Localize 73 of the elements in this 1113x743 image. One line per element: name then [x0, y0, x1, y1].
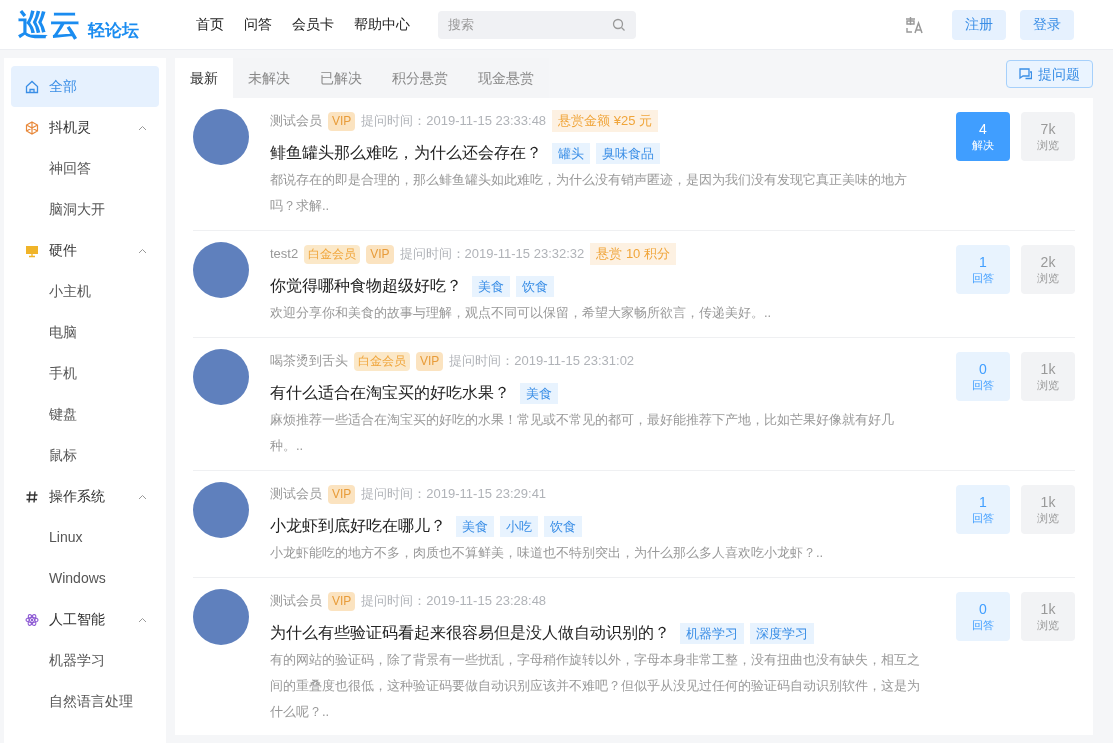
question-title[interactable]: 鲱鱼罐头那么难吃，为什么还会存在？ [270, 141, 542, 165]
sidebar-item[interactable]: 操作系统 [11, 476, 159, 517]
reward-badge: 悬赏 10 积分 [590, 243, 676, 265]
vip-badge: VIP [328, 591, 356, 611]
sidebar-subitem[interactable]: 小主机 [11, 271, 159, 312]
nav-link[interactable]: 问答 [244, 14, 272, 35]
vip-badge: VIP [416, 351, 444, 371]
avatar-photo [193, 242, 249, 298]
sidebar-subitem[interactable]: Linux [11, 517, 159, 558]
hexagon-icon [25, 120, 39, 135]
vip-badge: VIP [328, 111, 356, 131]
question-time: 提问时间：2019-11-15 23:33:48 [361, 112, 547, 131]
sidebar-item[interactable]: 人工智能 [11, 599, 159, 640]
question-summary: 欢迎分享你和美食的故事与理解，观点不同可以保留，希望大家畅所欲言，传递美好。.. [270, 304, 773, 322]
member-badge: 白金会员 [304, 244, 361, 264]
view-count: 1k 浏览 [1021, 352, 1075, 401]
sidebar-subitem[interactable]: 脑洞大开 [11, 189, 159, 230]
question-title[interactable]: 有什么适合在淘宝买的好吃水果？ [270, 381, 510, 405]
question-time: 提问时间：2019-11-15 23:28:48 [361, 592, 547, 611]
question-summary: 有的网站的验证码，除了背景有一些扰乱，字母稍作旋转以外，字母本身非常工整，没有扭曲也没有缺失，相互之间的重叠度也很低，这种验证码要做自动识别应该并不难吧？但似乎从没见过任何的验证码自动识别软件，这是为什么呢？.. [270, 651, 921, 721]
answer-count: 1 回答 [956, 485, 1010, 534]
view-count: 1k 浏览 [1021, 485, 1075, 534]
tab[interactable]: 最新 [175, 58, 233, 98]
nav-link[interactable]: 首页 [196, 14, 224, 35]
search-icon[interactable] [612, 17, 626, 32]
question-time: 提问时间：2019-11-15 23:32:32 [399, 245, 585, 264]
solved-count: 4 解决 [956, 112, 1010, 161]
avatar-photo [193, 589, 249, 645]
avatar-photo [193, 109, 249, 165]
sidebar-subitem[interactable]: 鼠标 [11, 435, 159, 476]
sidebar-subitem[interactable]: 机器学习 [11, 640, 159, 681]
question-title[interactable]: 为什么有些验证码看起来很容易但是没人做自动识别的？ [270, 621, 670, 645]
sidebar-subitem[interactable]: 电脑 [11, 312, 159, 353]
caret-icon[interactable] [138, 616, 147, 623]
sidebar-subitem[interactable]: 神回答 [11, 148, 159, 189]
view-count: 1k 浏览 [1021, 592, 1075, 641]
home-icon [25, 79, 39, 94]
caret-icon[interactable] [138, 124, 147, 131]
translate-icon[interactable] [904, 14, 926, 35]
answer-count: 1 回答 [956, 245, 1010, 294]
question-title[interactable]: 小龙虾到底好吃在哪儿？ [270, 514, 446, 538]
chat-icon [1019, 68, 1032, 80]
question-title[interactable]: 你觉得哪种食物超级好吃？ [270, 274, 462, 298]
answer-count: 0 回答 [956, 352, 1010, 401]
reward-badge: 悬赏金额 ¥25 元 [552, 110, 658, 132]
answer-count: 0 回答 [956, 592, 1010, 641]
vip-badge: VIP [366, 244, 394, 264]
sidebar-item[interactable]: 抖机灵 [11, 107, 159, 148]
member-badge: 白金会员 [354, 351, 410, 371]
question-summary: 都说存在的即是合理的，那么鲱鱼罐头如此难吃，为什么没有销声匿迹，是因为我们没有发现它真正美味的地方吗？求解.. [270, 171, 908, 215]
view-count: 7k 浏览 [1021, 112, 1075, 161]
nav-link[interactable]: 会员卡 [292, 14, 334, 35]
nav-link[interactable]: 帮助中心 [354, 14, 410, 35]
atom-icon [25, 612, 39, 627]
avatar-photo [193, 482, 249, 538]
sidebar-subitem[interactable]: 自然语言处理 [11, 681, 159, 722]
question-summary: 麻烦推荐一些适合在淘宝买的好吃的水果！常见或不常见的都可，最好能推荐下产地，比如芒果好像就有好几种。.. [270, 411, 895, 455]
monitor-icon [25, 243, 39, 258]
logo-subtitle: 轻论坛 [88, 21, 139, 39]
avatar-photo [193, 349, 249, 405]
question-time: 提问时间：2019-11-15 23:29:41 [361, 485, 547, 504]
vip-badge: VIP [328, 484, 356, 504]
sidebar-item[interactable]: 硬件 [11, 230, 159, 271]
hash-icon [25, 489, 39, 504]
sidebar-subitem[interactable]: Windows [11, 558, 159, 599]
question-summary: 小龙虾能吃的地方不多，肉质也不算鲜美，味道也不特别突出，为什么那么多人喜欢吃小龙虾？.. [270, 544, 825, 562]
question-time: 提问时间：2019-11-15 23:31:02 [449, 352, 635, 371]
sidebar-subitem[interactable]: 键盘 [11, 394, 159, 435]
search-field[interactable]: 搜索 [438, 10, 636, 39]
view-count: 2k 浏览 [1021, 245, 1075, 294]
caret-icon[interactable] [138, 493, 147, 500]
caret-icon[interactable] [138, 247, 147, 254]
sidebar-subitem[interactable]: 手机 [11, 353, 159, 394]
